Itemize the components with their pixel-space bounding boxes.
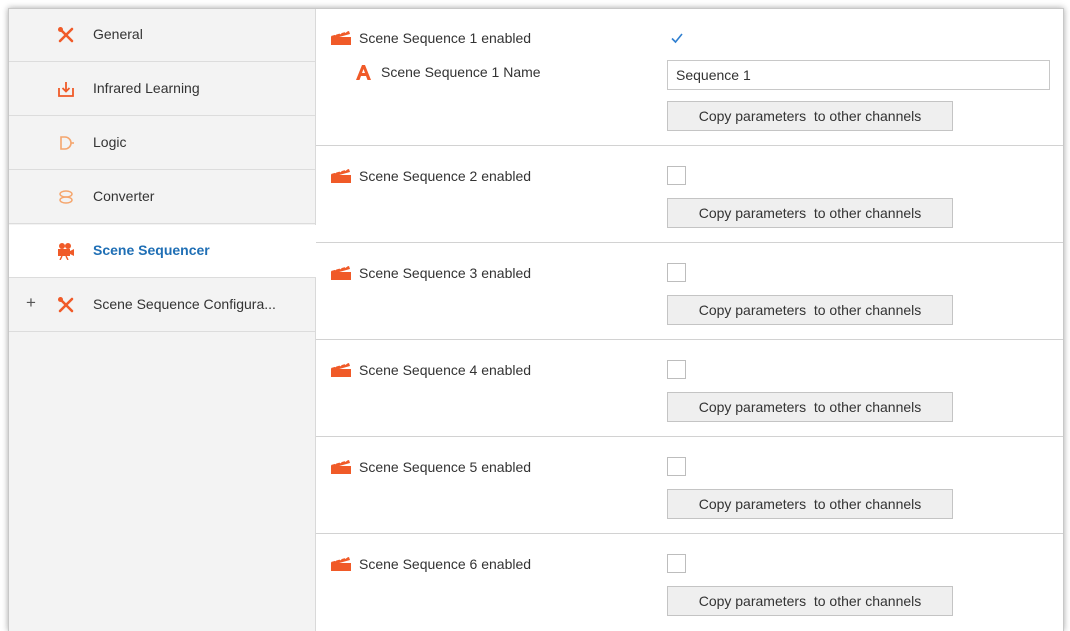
sequence-2-enable-checkbox[interactable] <box>667 166 686 185</box>
sequence-1-name-input[interactable] <box>667 60 1050 90</box>
expand-icon[interactable]: + <box>26 293 36 313</box>
tools-icon <box>58 297 74 313</box>
copy-parameters-button[interactable]: Copy parameters to other channels <box>667 295 953 325</box>
sidebar: General Infrared Learning Logic Converte… <box>9 9 316 631</box>
camera-icon <box>58 243 74 260</box>
converter-icon <box>59 190 73 204</box>
sidebar-item-logic[interactable]: Logic <box>9 117 315 170</box>
copy-parameters-button[interactable]: Copy parameters to other channels <box>667 489 953 519</box>
clapperboard-icon <box>331 265 351 280</box>
logic-gate-icon <box>60 136 74 150</box>
sequence-section-5: Scene Sequence 5 enabled Copy parameters… <box>316 437 1063 534</box>
clapperboard-icon <box>331 362 351 377</box>
sequence-3-enable-checkbox[interactable] <box>667 263 686 282</box>
tools-icon <box>58 27 74 43</box>
sidebar-item-label: Converter <box>93 188 155 204</box>
sequence-section-2: Scene Sequence 2 enabled Copy parameters… <box>316 146 1063 243</box>
sequence-section-6: Scene Sequence 6 enabled Copy parameters… <box>316 534 1063 631</box>
sidebar-item-label: Scene Sequence Configura... <box>93 296 276 312</box>
clapperboard-icon <box>331 168 351 183</box>
sidebar-item-general[interactable]: General <box>9 9 315 62</box>
window: General Infrared Learning Logic Converte… <box>8 8 1064 631</box>
sequence-5-enable-checkbox[interactable] <box>667 457 686 476</box>
sidebar-item-scene-sequencer[interactable]: Scene Sequencer <box>9 225 316 278</box>
sidebar-item-label: Scene Sequencer <box>93 242 210 258</box>
sequence-6-enable-checkbox[interactable] <box>667 554 686 573</box>
sequence-section-4: Scene Sequence 4 enabled Copy parameters… <box>316 340 1063 437</box>
sidebar-item-label: Logic <box>93 134 127 150</box>
sidebar-item-scene-sequence-configuration[interactable]: + Scene Sequence Configura... <box>9 279 315 332</box>
checkmark-icon <box>671 33 683 44</box>
text-field-icon <box>356 65 371 80</box>
copy-parameters-button[interactable]: Copy parameters to other channels <box>667 198 953 228</box>
clapperboard-icon <box>331 459 351 474</box>
clapperboard-icon <box>331 30 351 45</box>
sidebar-item-converter[interactable]: Converter <box>9 171 315 224</box>
sidebar-item-label: General <box>93 26 143 42</box>
main-panel: Scene Sequence 1 enabled Scene Sequence … <box>316 9 1063 631</box>
sidebar-item-label: Infrared Learning <box>93 80 200 96</box>
sequence-section-1: Scene Sequence 1 enabled Scene Sequence … <box>316 9 1063 146</box>
sequence-section-3: Scene Sequence 3 enabled Copy parameters… <box>316 243 1063 340</box>
copy-parameters-button[interactable]: Copy parameters to other channels <box>667 586 953 616</box>
copy-parameters-button[interactable]: Copy parameters to other channels <box>667 101 953 131</box>
copy-parameters-button[interactable]: Copy parameters to other channels <box>667 392 953 422</box>
clapperboard-icon <box>331 556 351 571</box>
sidebar-item-infrared-learning[interactable]: Infrared Learning <box>9 63 315 116</box>
sequence-4-enable-checkbox[interactable] <box>667 360 686 379</box>
download-icon <box>58 82 74 97</box>
sequence-1-enable-checkbox[interactable] <box>667 28 686 47</box>
